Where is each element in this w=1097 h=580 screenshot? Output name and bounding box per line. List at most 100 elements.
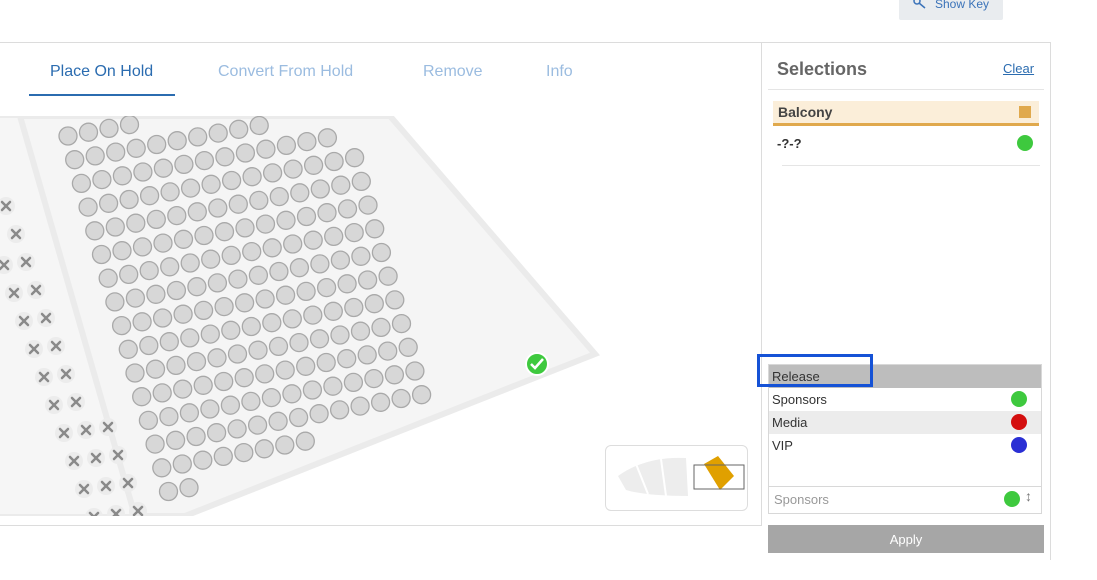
seat[interactable] bbox=[234, 368, 254, 388]
selected-seat[interactable] bbox=[525, 352, 549, 376]
seat[interactable] bbox=[235, 143, 256, 163]
seat[interactable] bbox=[172, 454, 192, 474]
seat[interactable] bbox=[193, 300, 214, 321]
seat[interactable] bbox=[391, 313, 412, 334]
seat[interactable] bbox=[180, 178, 201, 198]
seat[interactable] bbox=[152, 383, 172, 403]
seat[interactable] bbox=[296, 206, 317, 227]
seat[interactable] bbox=[207, 348, 227, 368]
seat[interactable] bbox=[303, 230, 323, 250]
seat[interactable] bbox=[71, 173, 92, 194]
seat[interactable] bbox=[132, 387, 152, 407]
seat[interactable] bbox=[125, 288, 146, 308]
seat[interactable] bbox=[247, 415, 268, 435]
seat[interactable] bbox=[220, 395, 241, 415]
tab-info[interactable]: Info bbox=[546, 63, 573, 81]
seat[interactable] bbox=[261, 387, 282, 408]
seat[interactable] bbox=[112, 241, 132, 261]
seat[interactable] bbox=[106, 142, 126, 162]
seat[interactable] bbox=[344, 148, 365, 168]
seat[interactable] bbox=[331, 175, 351, 195]
seat[interactable] bbox=[78, 197, 98, 217]
seat[interactable] bbox=[92, 169, 112, 190]
seat[interactable] bbox=[65, 150, 85, 170]
seat[interactable] bbox=[214, 222, 235, 242]
seat[interactable] bbox=[158, 481, 179, 502]
seat[interactable] bbox=[317, 128, 338, 148]
seat[interactable] bbox=[215, 147, 235, 167]
seat[interactable] bbox=[337, 199, 358, 219]
show-key-button[interactable]: Show Key bbox=[899, 0, 1003, 20]
seat[interactable] bbox=[152, 308, 173, 328]
seat[interactable] bbox=[179, 478, 199, 498]
seat[interactable] bbox=[262, 238, 282, 258]
seat[interactable] bbox=[139, 186, 160, 206]
seat[interactable] bbox=[288, 407, 309, 428]
seat[interactable] bbox=[186, 426, 206, 447]
hold-option-media[interactable]: Media bbox=[769, 411, 1041, 434]
seat[interactable] bbox=[324, 151, 344, 172]
tab-remove[interactable]: Remove bbox=[423, 63, 483, 81]
seat[interactable] bbox=[249, 190, 269, 211]
seat[interactable] bbox=[180, 253, 200, 273]
seat[interactable] bbox=[160, 182, 180, 202]
seat[interactable] bbox=[262, 313, 282, 333]
minimap[interactable] bbox=[605, 445, 748, 511]
seat[interactable] bbox=[214, 296, 234, 317]
seat[interactable] bbox=[180, 328, 200, 348]
seat[interactable] bbox=[256, 139, 276, 159]
seat[interactable] bbox=[316, 277, 337, 298]
seat[interactable] bbox=[405, 361, 425, 381]
seat[interactable] bbox=[188, 127, 208, 147]
seat[interactable] bbox=[384, 365, 405, 385]
seat[interactable] bbox=[58, 126, 78, 146]
seat[interactable] bbox=[201, 249, 221, 269]
seat[interactable] bbox=[234, 442, 254, 463]
seat[interactable] bbox=[111, 315, 132, 336]
seat[interactable] bbox=[255, 364, 275, 384]
seat[interactable] bbox=[242, 167, 262, 187]
seat[interactable] bbox=[194, 225, 214, 246]
seat[interactable] bbox=[179, 403, 200, 423]
seat[interactable] bbox=[398, 337, 418, 357]
seat[interactable] bbox=[337, 349, 357, 369]
seat[interactable] bbox=[255, 289, 275, 309]
seat[interactable] bbox=[268, 336, 289, 357]
seat[interactable] bbox=[370, 392, 391, 412]
seat[interactable] bbox=[248, 265, 269, 285]
seat[interactable] bbox=[302, 380, 323, 400]
seat[interactable] bbox=[112, 166, 133, 186]
seat[interactable] bbox=[385, 290, 405, 310]
seat[interactable] bbox=[119, 116, 140, 135]
apply-button[interactable]: Apply bbox=[768, 525, 1044, 553]
seat[interactable] bbox=[330, 250, 351, 270]
clear-link[interactable]: Clear bbox=[1003, 61, 1034, 76]
seat[interactable] bbox=[358, 195, 378, 215]
seat[interactable] bbox=[208, 198, 228, 218]
seat[interactable] bbox=[289, 258, 310, 278]
hold-type-select[interactable]: Sponsors ↕ bbox=[769, 486, 1041, 514]
seat[interactable] bbox=[309, 329, 330, 349]
seat[interactable] bbox=[303, 305, 323, 325]
seat[interactable] bbox=[283, 159, 303, 179]
seat[interactable] bbox=[344, 222, 364, 243]
seat[interactable] bbox=[193, 450, 213, 470]
seat[interactable] bbox=[378, 266, 398, 286]
seat[interactable] bbox=[283, 234, 303, 254]
seat[interactable] bbox=[138, 410, 159, 431]
seat[interactable] bbox=[343, 372, 364, 393]
seat[interactable] bbox=[85, 221, 105, 241]
seat[interactable] bbox=[364, 368, 384, 389]
seat[interactable] bbox=[262, 163, 283, 183]
seat[interactable] bbox=[371, 317, 391, 338]
seat[interactable] bbox=[241, 391, 261, 412]
seat[interactable] bbox=[206, 423, 227, 443]
seat[interactable] bbox=[208, 123, 228, 143]
seat[interactable] bbox=[187, 202, 207, 222]
seat[interactable] bbox=[411, 385, 432, 405]
seat[interactable] bbox=[351, 246, 371, 266]
seat[interactable] bbox=[275, 285, 296, 305]
seat[interactable] bbox=[166, 280, 187, 301]
seat[interactable] bbox=[153, 233, 173, 253]
seat[interactable] bbox=[329, 400, 350, 420]
